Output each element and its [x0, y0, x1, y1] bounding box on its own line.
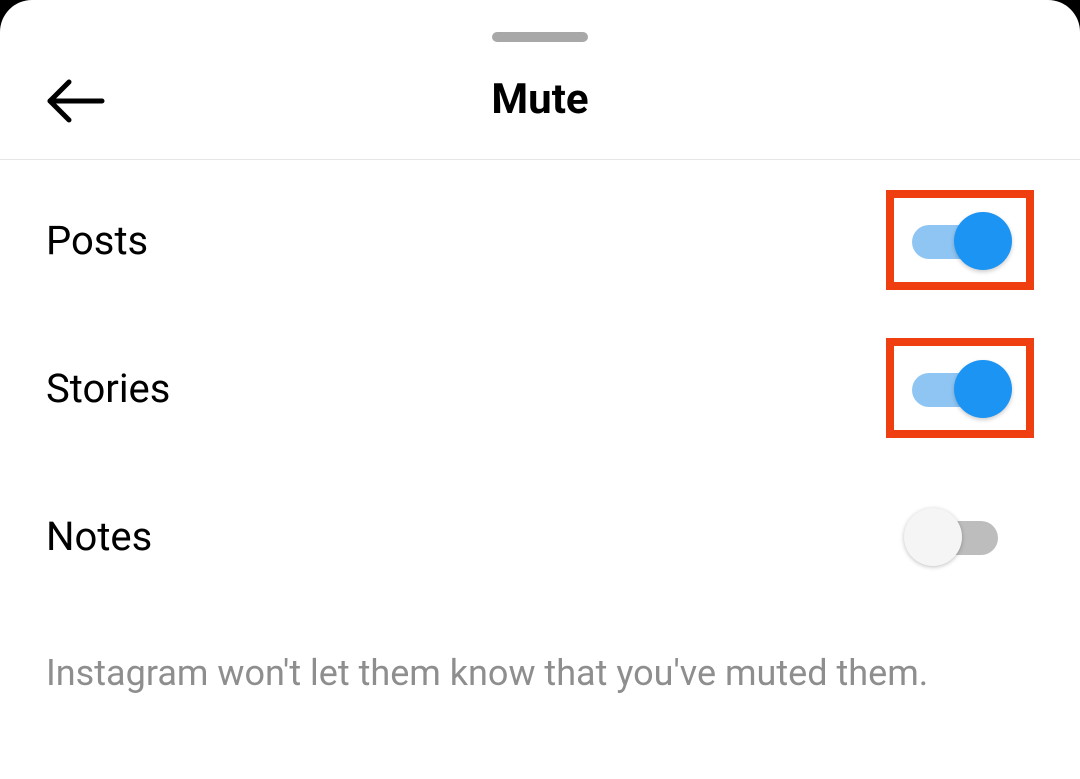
footer-note: Instagram won't let them know that you'v… [0, 652, 1080, 694]
toggle-notes[interactable] [908, 512, 1004, 560]
mute-sheet: Mute Posts Stories Notes [0, 0, 1080, 779]
toggle-stories[interactable] [912, 364, 1008, 412]
back-button[interactable] [46, 78, 106, 128]
toggle-posts[interactable] [912, 216, 1008, 264]
arrow-left-icon [46, 78, 106, 128]
setting-label: Notes [46, 513, 152, 560]
settings-list: Posts Stories Notes [0, 166, 1080, 610]
page-title: Mute [491, 75, 588, 124]
highlight-annotation [886, 190, 1034, 290]
toggle-thumb [954, 360, 1012, 418]
setting-row-posts: Posts [46, 166, 1034, 314]
toggle-thumb [954, 212, 1012, 270]
setting-label: Stories [46, 365, 170, 412]
setting-label: Posts [46, 217, 148, 264]
toggle-thumb [904, 508, 962, 566]
highlight-annotation [886, 338, 1034, 438]
setting-row-stories: Stories [46, 314, 1034, 462]
header: Mute [0, 0, 1080, 160]
setting-row-notes: Notes [46, 462, 1034, 610]
